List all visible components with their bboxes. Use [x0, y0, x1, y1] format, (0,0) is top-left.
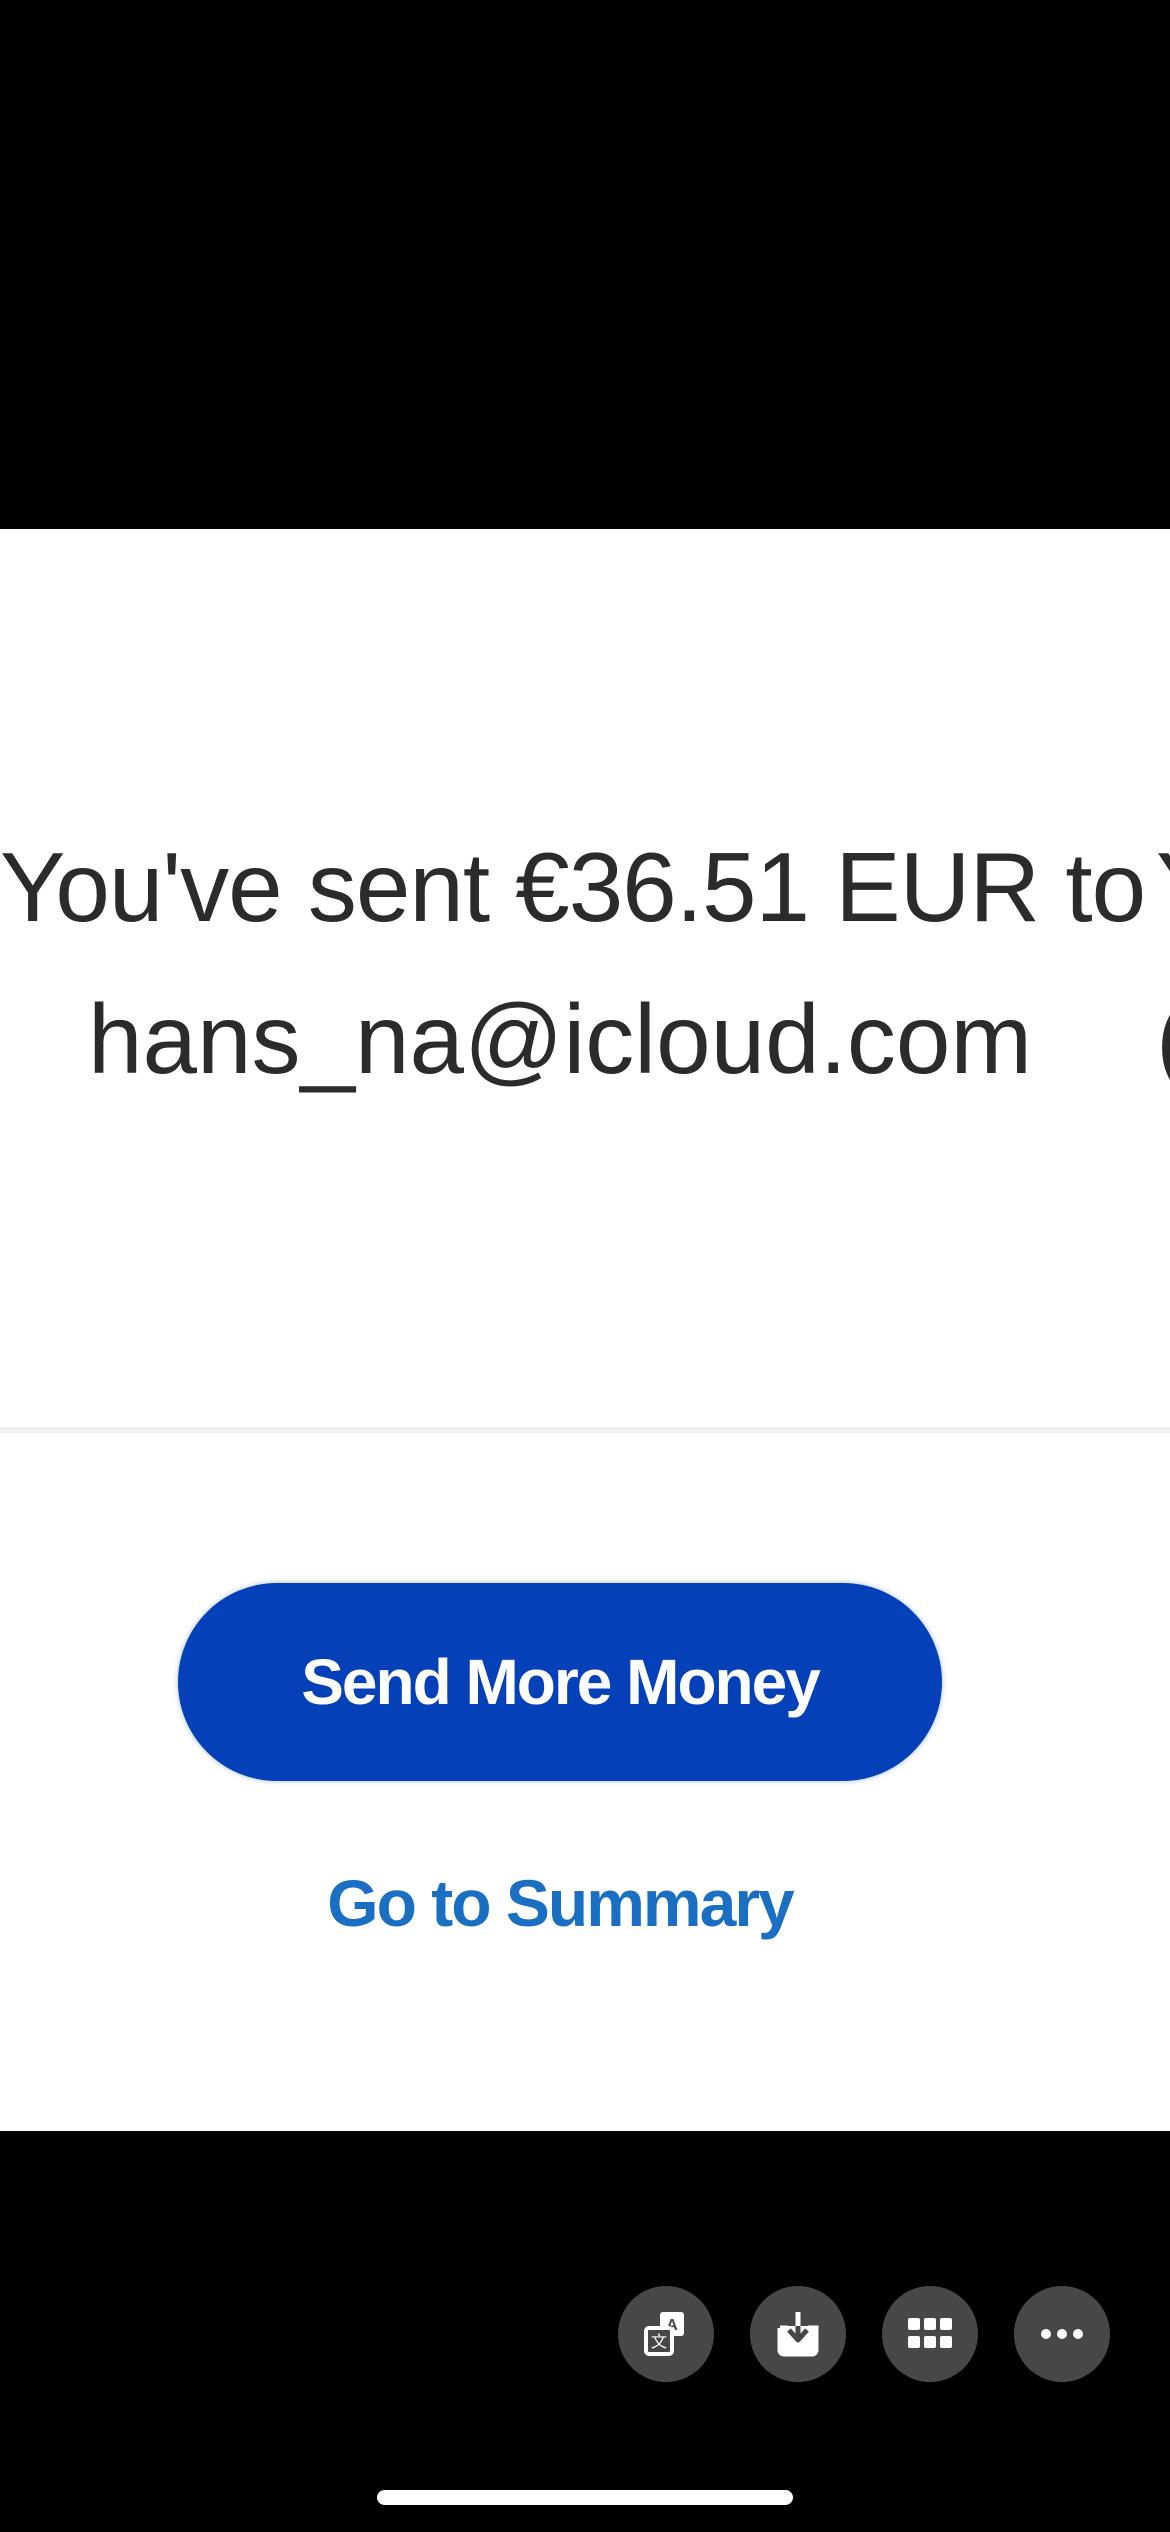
recipient-email: hans_na@icloud.com [88, 984, 1032, 1094]
grid-icon [908, 2318, 952, 2348]
more-icon [1041, 2329, 1083, 2339]
divider [0, 1427, 1170, 1433]
svg-text:文: 文 [651, 2332, 667, 2351]
confirmation-amount-line: You've sent €36.51 EUR to [0, 832, 1146, 942]
image-viewer-content: You've sent €36.51 EUR to hans_na@icloud… [0, 529, 1170, 2131]
home-indicator[interactable] [377, 2490, 793, 2505]
more-options-button[interactable] [1014, 2286, 1110, 2382]
screen: You've sent €36.51 EUR to hans_na@icloud… [0, 0, 1170, 2532]
go-to-summary-link[interactable]: Go to Summary [250, 1863, 870, 1943]
save-image-button[interactable] [750, 2286, 846, 2382]
grid-view-button[interactable] [882, 2286, 978, 2382]
save-icon [777, 2312, 819, 2357]
translate-icon: A 文 [644, 2312, 684, 2356]
next-page-text-peek-2: ( [1156, 963, 1170, 1115]
next-page-text-peek: Y [1156, 811, 1170, 963]
translate-button[interactable]: A 文 [618, 2286, 714, 2382]
send-more-money-button[interactable]: Send More Money [178, 1583, 942, 1781]
confirmation-message: You've sent €36.51 EUR to hans_na@icloud… [0, 811, 1146, 1115]
